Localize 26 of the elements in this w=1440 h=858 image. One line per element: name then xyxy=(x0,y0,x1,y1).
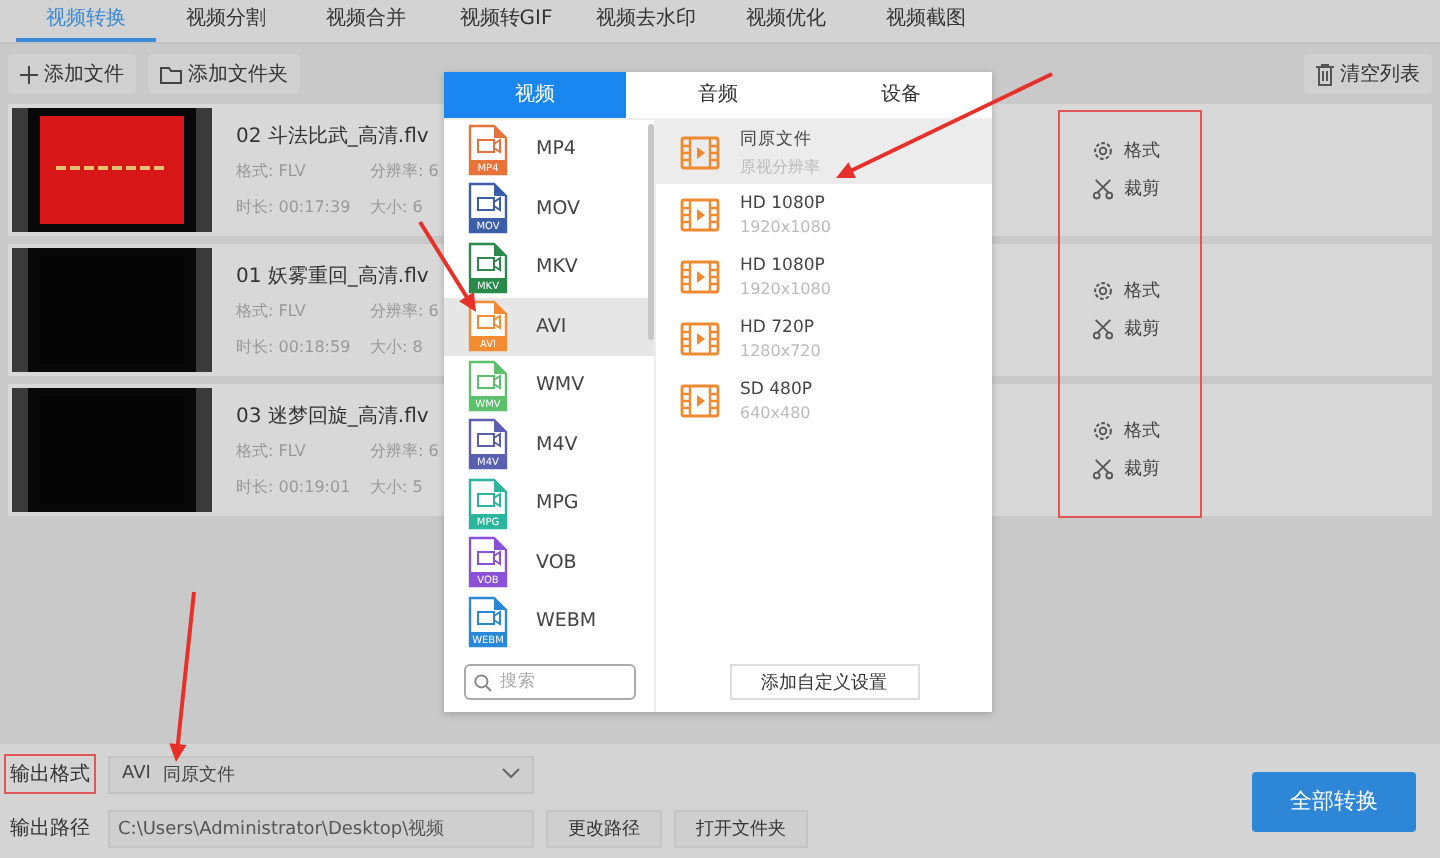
file-format: 格式: FLV xyxy=(236,440,308,462)
preset-title: HD 1080P xyxy=(740,256,827,276)
file-duration: 时长: 00:17:39 xyxy=(236,196,353,218)
preset-title: SD 480P xyxy=(740,380,812,400)
file-resolution: 分辨率: 6 xyxy=(370,160,441,182)
file-size: 大小: 8 xyxy=(370,336,425,358)
file-duration: 时长: 00:19:01 xyxy=(236,476,353,498)
output-path-label: 输出路径 xyxy=(8,815,92,844)
preset-resolution: 1920x1080 xyxy=(740,218,831,236)
preset-title: 同原文件 xyxy=(740,127,814,151)
file-format: 格式: FLV xyxy=(236,300,308,322)
file-format: 格式: FLV xyxy=(236,160,308,182)
file-duration: 时长: 00:18:59 xyxy=(236,336,353,358)
preset-title: HD 1080P xyxy=(740,194,827,214)
preset-resolution: 640x480 xyxy=(740,404,812,422)
preset-title: HD 720P xyxy=(740,318,816,338)
preset-resolution: 1920x1080 xyxy=(740,280,831,298)
file-resolution: 分辨率: 6 xyxy=(370,440,441,462)
file-name: 03 迷梦回旋_高清.flv xyxy=(236,403,431,430)
file-size: 大小: 6 xyxy=(370,196,425,218)
file-name: 02 斗法比武_高清.flv xyxy=(236,123,431,150)
file-name: 01 妖雾重回_高清.flv xyxy=(236,263,431,290)
preset-resolution: 1280x720 xyxy=(740,342,821,360)
file-resolution: 分辨率: 6 xyxy=(370,300,441,322)
file-size: 大小: 5 xyxy=(370,476,425,498)
output-format-label: 输出格式 xyxy=(4,754,96,794)
